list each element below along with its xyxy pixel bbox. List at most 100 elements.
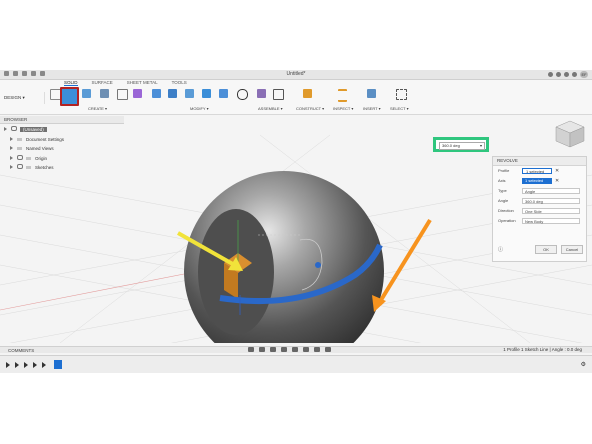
timeline-settings-icon[interactable]: ⚙ [581,361,586,368]
pan-icon[interactable] [270,347,276,352]
browser-tree: (Unsaved) Document Settings Named Views … [4,125,64,173]
tab-solid[interactable]: SOLID [64,80,78,86]
fillet-icon[interactable] [168,89,177,98]
tree-item-label: Origin [35,155,48,161]
extensions-icon[interactable] [548,72,553,77]
orbit-icon[interactable] [248,347,254,352]
viewports-icon[interactable] [325,347,331,352]
insert-group-label[interactable]: INSERT ▾ [363,106,381,111]
extrude-icon[interactable] [82,89,91,98]
step-back-icon[interactable] [15,362,19,368]
tab-sheet-metal[interactable]: SHEET METAL [127,80,158,86]
move-icon[interactable] [237,89,248,100]
angle-field[interactable]: 360.0 deg [522,198,580,204]
ok-button[interactable]: OK [535,245,557,254]
direction-select[interactable]: One Side [522,208,580,214]
tab-tools[interactable]: TOOLS [172,80,187,86]
assemble-group-label[interactable]: ASSEMBLE ▾ [258,106,283,111]
tree-item-label: Named Views [26,146,54,151]
expand-icon[interactable] [10,136,13,141]
type-label: Type [498,188,507,193]
select-icon[interactable] [396,89,407,100]
notifications-icon[interactable] [564,72,569,77]
new-component-icon[interactable] [257,89,266,98]
chevron-down-icon[interactable]: ▾ [480,143,482,149]
fit-icon[interactable] [292,347,298,352]
tree-item-document-settings[interactable]: Document Settings [4,135,64,145]
avatar[interactable]: EF [580,71,588,78]
tree-item-origin[interactable]: Origin [4,154,64,164]
modify-group-label[interactable]: MODIFY ▾ [190,106,209,111]
press-pull-icon[interactable] [152,89,161,98]
info-icon[interactable]: ⓘ [498,246,503,253]
job-status-icon[interactable] [556,72,561,77]
tree-item-named-views[interactable]: Named Views [4,144,64,154]
box-icon[interactable] [100,89,109,98]
expand-icon[interactable] [10,146,13,150]
visibility-icon[interactable] [11,126,17,131]
operation-select[interactable]: New Body [522,218,580,224]
toolbar-ribbon: SOLID SURFACE SHEET METAL TOOLS DESIGN ▾… [0,80,592,115]
play-icon[interactable] [24,362,28,368]
navigation-bar [248,347,331,352]
axis-selection[interactable]: 1 selected [522,178,552,184]
go-to-start-icon[interactable] [6,362,10,368]
tree-item-label: (Unsaved) [20,127,47,132]
chamfer-icon[interactable] [185,89,194,98]
clear-profile-icon[interactable]: ✕ [555,166,559,176]
expand-icon[interactable] [10,155,13,160]
profile-selection[interactable]: 1 selected [522,168,552,174]
title-bar-right: EF [548,71,588,78]
operation-label: Operation [498,218,516,223]
shell-icon[interactable] [202,89,211,98]
offset-plane-icon[interactable] [303,89,312,98]
clear-axis-icon[interactable]: ✕ [555,176,559,186]
joint-icon[interactable] [273,89,284,100]
browser-header[interactable]: BROWSER [0,116,124,124]
help-icon[interactable] [572,72,577,77]
construct-group-label[interactable]: CONSTRUCT ▾ [296,106,324,111]
measure-icon[interactable] [338,89,347,102]
combine-icon[interactable] [219,89,228,98]
inspect-group-label[interactable]: INSPECT ▾ [333,106,353,111]
expand-icon[interactable] [4,127,7,131]
folder-icon [17,147,22,150]
pattern-icon[interactable] [117,89,128,100]
look-at-icon[interactable] [259,347,265,352]
tab-surface[interactable]: SURFACE [92,80,113,86]
angle-manipulator[interactable] [315,262,321,268]
timeline-sketch-item[interactable] [54,360,62,369]
expand-icon[interactable] [10,165,13,169]
tree-item-label: Document Settings [26,136,65,142]
angle-input-highlight: 360.0 deg ▾ [433,137,489,152]
axis-row: Axis 1 selected ✕ [493,176,586,186]
form-icon[interactable] [133,89,142,98]
display-settings-icon[interactable] [303,347,309,352]
browser-panel: BROWSER (Unsaved) Document Settings Name… [0,116,124,170]
visibility-icon[interactable] [17,154,23,160]
select-group-label[interactable]: SELECT ▾ [390,106,409,111]
tree-item-sketches[interactable]: Sketches [4,163,64,173]
fusion-app-window: Untitled* EF SOLID SURFACE SHEET METAL T… [0,70,592,373]
axis-label: Axis [498,178,506,183]
go-to-end-icon[interactable] [42,362,46,368]
angle-row: Angle 360.0 deg [493,196,586,206]
visibility-icon[interactable] [17,164,23,169]
zoom-icon[interactable] [281,347,287,352]
insert-image-icon[interactable] [367,89,376,98]
cancel-button[interactable]: Cancel [561,245,583,254]
revolve-tool-icon[interactable] [60,87,79,106]
revolve-dialog: REVOLVE Profile 1 selected ✕ Axis 1 sele… [492,156,587,262]
revolve-dialog-title: REVOLVE [497,158,518,163]
type-select[interactable]: Angle [522,188,580,194]
grid-settings-icon[interactable] [314,347,320,352]
view-cube[interactable] [555,120,585,148]
step-forward-icon[interactable] [33,362,37,368]
design-workspace-button[interactable]: DESIGN ▾ [4,92,45,104]
tree-item-root[interactable]: (Unsaved) [4,125,64,135]
angle-input[interactable]: 360.0 deg ▾ [439,142,485,150]
folder-icon [26,166,31,169]
folder-icon [26,156,31,160]
direction-label: Direction [498,208,514,213]
create-group-label[interactable]: CREATE ▾ [88,106,107,111]
